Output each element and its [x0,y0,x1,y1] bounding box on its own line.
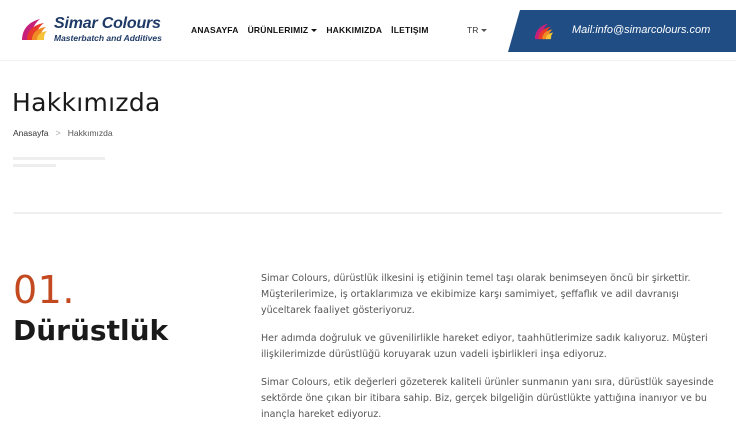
section-paragraph: Simar Colours, dürüstlük ilkesini iş eti… [261,273,691,316]
logo-flame-icon [22,19,47,40]
brand-name: Simar Colours [54,14,161,32]
language-selector[interactable]: TR [467,25,488,35]
breadcrumb: Anasayfa > Hakkımızda [13,128,113,138]
nav-item-urunlerimiz[interactable]: ÜRÜNLERIMIZ [248,25,318,35]
chevron-down-icon [311,28,318,32]
breadcrumb-separator-icon: > [55,128,61,138]
contact-mail-bar: Mail:info@simarcolours.com [508,10,736,52]
nav-item-label: HAKKIMIZDA [326,25,383,35]
section-paragraph: Her adımda doğruluk ve güvenilirlikle ha… [261,333,708,360]
brand-tagline: Masterbatch and Additives [54,32,162,43]
breadcrumb-home-link[interactable]: Anasayfa [13,128,48,138]
section-paragraph: Simar Colours, etik değerleri gözeterek … [261,377,714,420]
section-heading: Dürüstlük [13,314,169,347]
nav-item-label: ANASAYFA [191,25,239,35]
nav-item-hakkimizda[interactable]: HAKKIMIZDA [326,25,382,35]
language-label: TR [467,25,479,35]
nav-item-label: ÜRÜNLERIMIZ [247,25,309,35]
decorative-line [13,157,105,160]
header-divider [0,60,736,61]
nav-item-label: İLETIŞIM [391,25,429,35]
site-header: Simar Colours Masterbatch and Additives … [0,0,736,60]
section-number: 01. [13,268,75,312]
page-title: Hakkımızda [12,88,161,117]
decorative-line [13,164,56,167]
main-nav: ANASAYFA ÜRÜNLERIMIZ HAKKIMIZDA İLETIŞIM [191,25,429,35]
brand-logo[interactable]: Simar Colours Masterbatch and Additives [18,14,162,44]
logo-flame-icon [534,23,554,40]
nav-item-iletisim[interactable]: İLETIŞIM [391,25,429,35]
chevron-down-icon [481,28,488,32]
breadcrumb-current: Hakkımızda [67,128,113,138]
mail-link[interactable]: Mail:info@simarcolours.com [572,24,710,36]
section-divider [13,212,722,214]
nav-item-anasayfa[interactable]: ANASAYFA [191,25,239,35]
